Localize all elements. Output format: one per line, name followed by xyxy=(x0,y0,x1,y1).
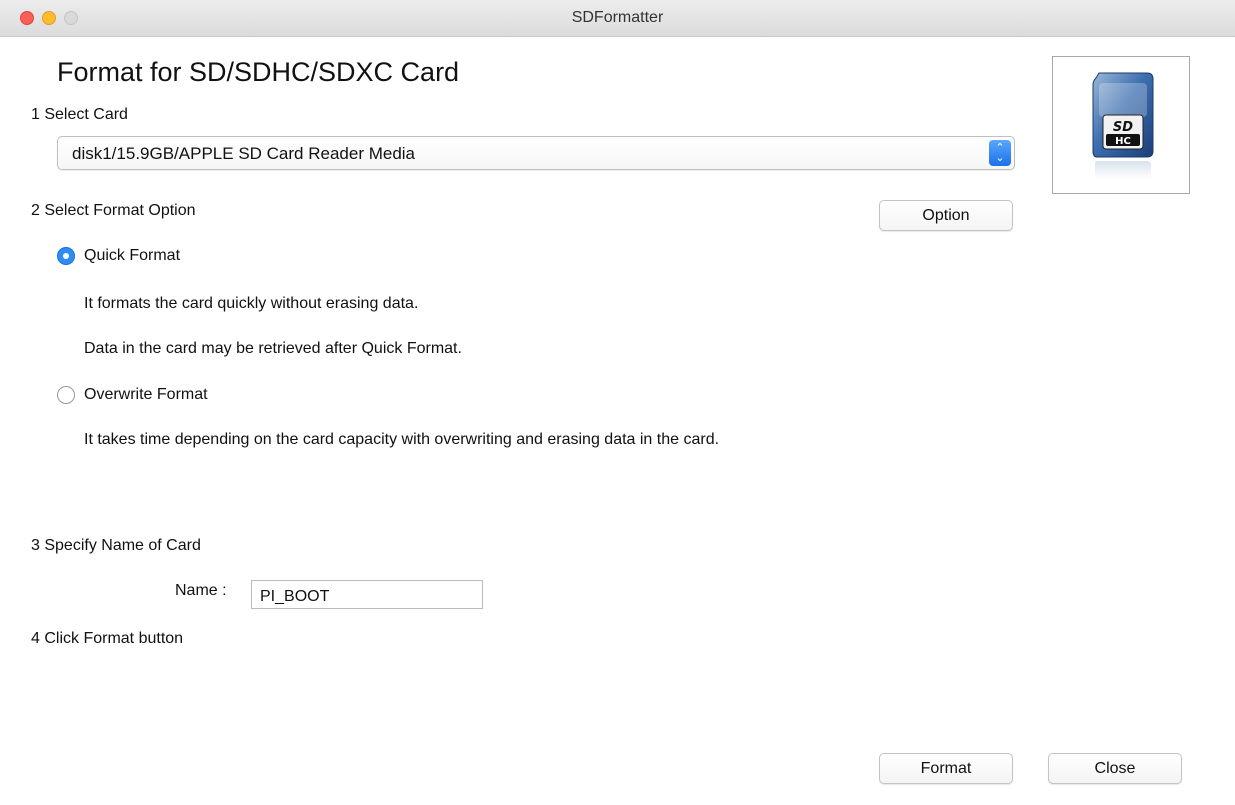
window-title: SDFormatter xyxy=(571,9,664,26)
card-name-input[interactable] xyxy=(251,580,483,609)
title-bar[interactable]: SDFormatter xyxy=(0,0,1235,37)
format-button[interactable]: Format xyxy=(879,753,1013,784)
page-title: Format for SD/SDHC/SDXC Card xyxy=(57,57,460,87)
sdhc-card-icon: SD HC xyxy=(1092,72,1154,179)
quick-format-description: It formats the card quickly without eras… xyxy=(84,295,419,312)
step-specify-name-label: 3 Specify Name of Card xyxy=(31,537,201,554)
overwrite-format-label[interactable]: Overwrite Format xyxy=(84,386,208,404)
step-select-format-option-label: 2 Select Format Option xyxy=(31,202,196,219)
close-button[interactable]: Close xyxy=(1048,753,1182,784)
card-select-value: disk1/15.9GB/APPLE SD Card Reader Media xyxy=(72,144,416,163)
step-select-card-label: 1 Select Card xyxy=(31,106,128,123)
overwrite-format-radio[interactable] xyxy=(57,386,75,404)
overwrite-format-description: It takes time depending on the card capa… xyxy=(84,431,720,448)
option-button[interactable]: Option xyxy=(879,200,1013,231)
main-content: Format for SD/SDHC/SDXC Card 1 Select Ca… xyxy=(0,37,1235,805)
card-select[interactable]: disk1/15.9GB/APPLE SD Card Reader Media … xyxy=(57,136,1015,170)
quick-format-radio[interactable] xyxy=(57,247,75,265)
sdformatter-window: SDFormatter Format for SD/SDHC/SDXC Card… xyxy=(0,0,1235,805)
sd-logo-bottom: HC xyxy=(1115,136,1131,147)
chevron-up-down-icon: ⌃ ⌄ xyxy=(989,140,1011,166)
quick-format-note: Data in the card may be retrieved after … xyxy=(84,340,462,357)
name-field-label: Name : xyxy=(175,582,227,599)
quick-format-label[interactable]: Quick Format xyxy=(84,247,180,265)
sd-logo-top: SD xyxy=(1113,120,1133,135)
step-click-format-label: 4 Click Format button xyxy=(31,630,184,647)
sd-card-image: SD HC xyxy=(1052,56,1190,194)
